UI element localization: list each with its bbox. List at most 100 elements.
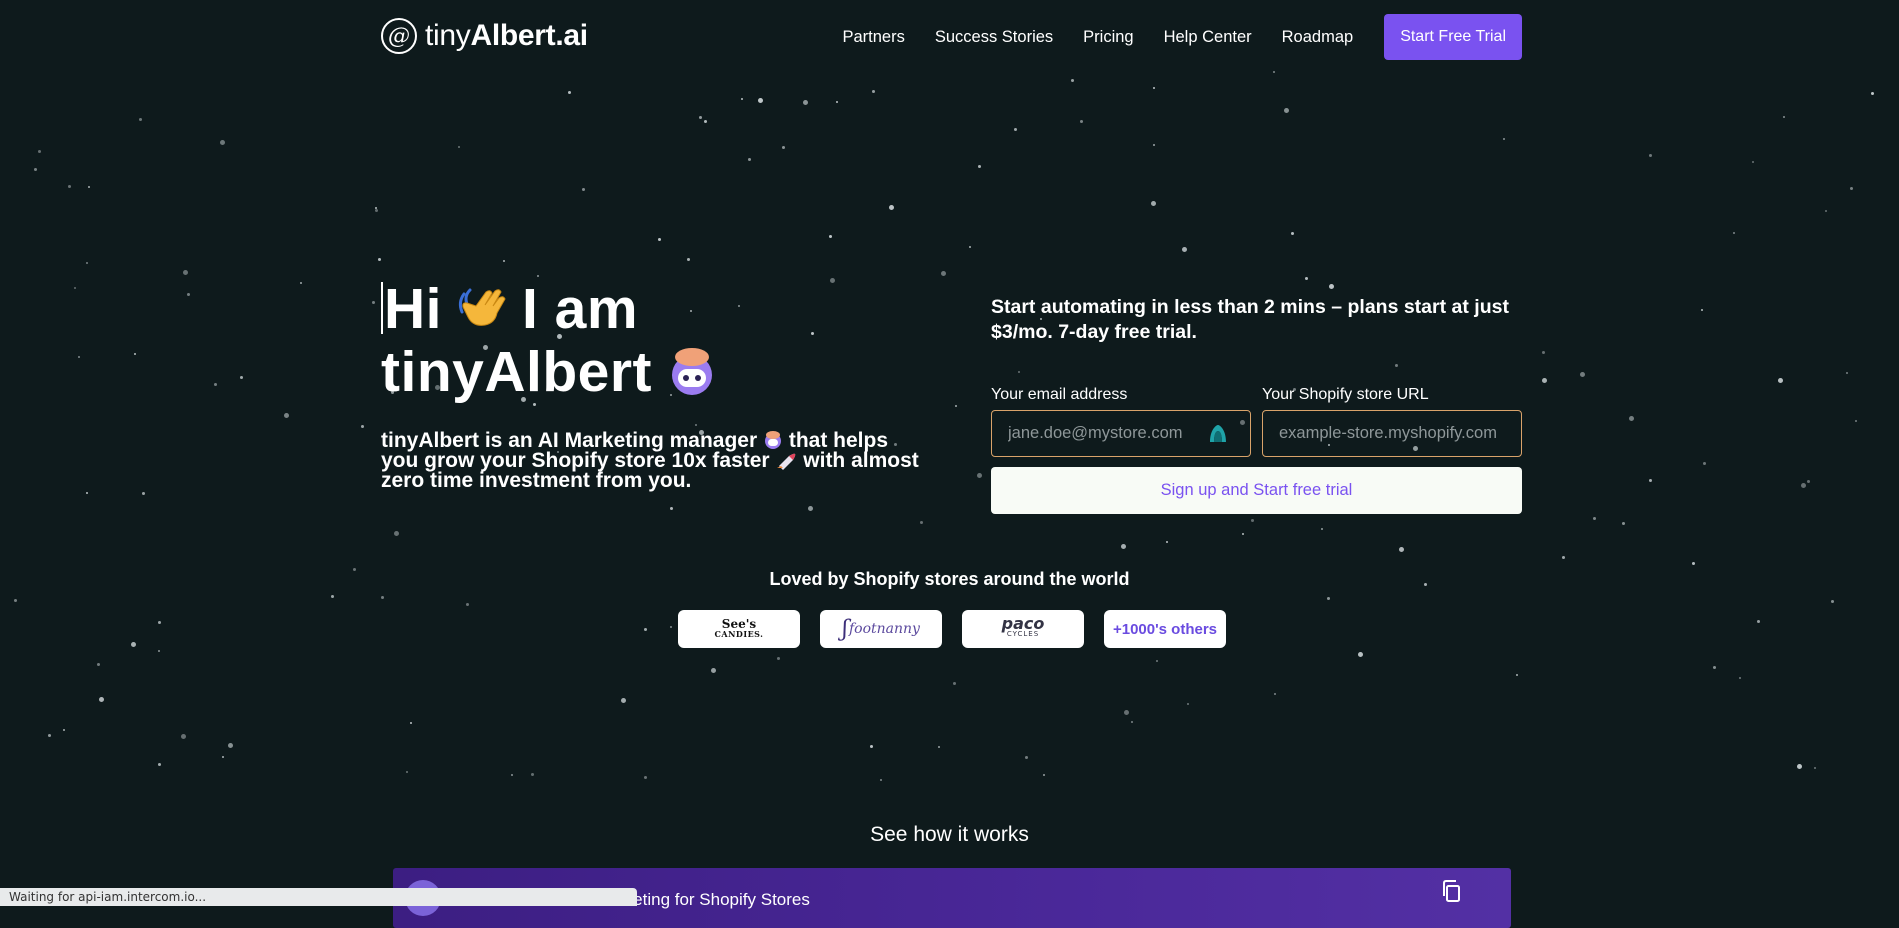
paco-line1: paco [1001,614,1045,633]
star-dot [511,774,513,776]
star-dot [941,271,946,276]
star-dot [1358,652,1363,657]
star-dot [644,776,647,779]
star-dot [1321,528,1323,530]
nav-success-stories[interactable]: Success Stories [935,28,1053,47]
star-dot [531,773,534,776]
how-it-works-heading: See how it works [870,823,1029,846]
star-dot [695,424,697,426]
star-dot [1305,277,1308,280]
customer-logos: See's CANDIES. ʃ footnanny paco CYCLES +100… [678,610,1226,648]
nav-partners[interactable]: Partners [843,28,905,47]
star-dot [86,262,88,264]
star-dot [938,746,940,748]
star-dot [1153,144,1155,146]
star-dot [1562,556,1565,559]
star-dot [1327,597,1330,600]
hero-i-am: I am [522,277,639,341]
star-dot [582,188,585,191]
star-dot [829,235,832,238]
star-dot [1025,756,1028,759]
hero-name: tinyAlbert [381,340,653,404]
nav-roadmap[interactable]: Roadmap [1282,28,1354,47]
logo-footnanny: ʃ footnanny [820,610,942,648]
signup-submit-button[interactable]: Sign up and Start free trial [991,467,1522,514]
star-dot [134,353,136,355]
star-dot [1151,201,1156,206]
paco-line2: CYCLES [1006,630,1040,638]
star-dot [1291,232,1294,235]
star-dot [1701,309,1703,311]
star-dot [14,599,17,602]
star-dot [687,258,690,261]
star-dot [1783,116,1785,118]
star-dot [220,140,225,145]
star-dot [300,282,302,284]
video-title: rketing for Shopify Stores [619,890,810,909]
star-dot [222,756,224,758]
hero-subtitle: tinyAlbert is an AI Marketing manager th… [381,430,921,491]
starfield-background [0,0,1899,906]
star-dot [183,270,188,275]
star-dot [1542,378,1547,383]
star-dot [1014,128,1017,131]
robot-mascot-icon [672,348,713,395]
star-dot [830,278,835,283]
star-dot [139,118,142,121]
star-dot [738,305,740,307]
star-dot [1807,480,1810,483]
star-dot [978,165,981,168]
store-url-label: Your Shopify store URL [1262,386,1429,403]
more-stores-badge[interactable]: +1000's others [1104,610,1226,648]
password-manager-icon[interactable] [1208,424,1228,442]
logo[interactable]: @ tinyAlbert.ai [381,16,588,56]
star-dot [704,120,707,123]
star-dot [953,682,956,685]
start-free-trial-button[interactable]: Start Free Trial [1384,14,1522,60]
star-dot [214,383,217,386]
star-dot [1850,187,1853,190]
star-dot [1752,161,1754,163]
nav-help-center[interactable]: Help Center [1164,28,1252,47]
star-dot [97,663,100,666]
store-url-field[interactable] [1262,410,1522,457]
footnanny-mark-icon: ʃ [842,616,848,642]
star-dot [1166,541,1168,543]
star-dot [381,596,384,599]
star-dot [1831,600,1834,603]
copy-link-icon[interactable] [1441,880,1461,902]
star-dot [458,146,460,148]
star-dot [1251,519,1254,522]
star-dot [889,205,894,210]
logo-at-icon: @ [381,18,417,54]
star-dot [68,185,71,188]
star-dot [1713,666,1716,669]
star-dot [78,356,80,358]
logo-sees-candies: See's CANDIES. [678,610,800,648]
star-dot [670,626,672,628]
star-dot [758,98,763,103]
star-dot [361,425,364,428]
star-dot [836,101,838,103]
star-dot [1080,120,1083,123]
star-dot [699,116,702,119]
star-dot [711,668,716,673]
star-dot [1329,284,1334,289]
star-dot [158,621,161,624]
nav-pricing[interactable]: Pricing [1083,28,1133,47]
star-dot [378,258,381,261]
star-dot [1825,210,1827,212]
star-dot [872,90,875,93]
logo-text-light: tiny [425,19,471,52]
star-dot [1797,764,1802,769]
star-dot [1542,351,1545,354]
star-dot [1274,693,1276,695]
sees-line2: CANDIES. [714,629,764,639]
signup-lead-text: Start automating in less than 2 mins – p… [991,296,1509,343]
star-dot [331,595,334,598]
email-label: Your email address [991,386,1128,403]
star-dot [131,642,136,647]
star-dot [880,779,882,781]
star-dot [158,650,160,652]
star-dot [920,521,923,524]
